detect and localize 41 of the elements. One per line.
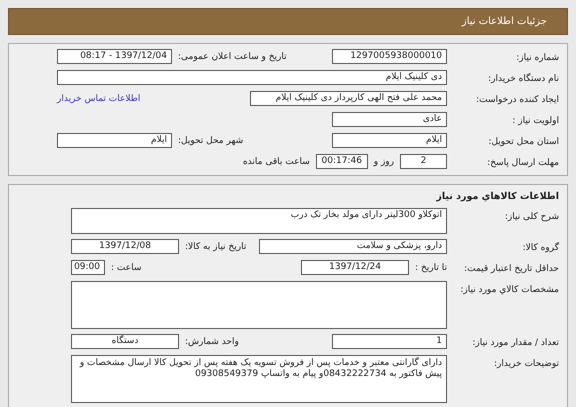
field-label: تعداد / مقدار مورد نیاز: [471,337,559,350]
field-label: حداقل تاریخ اعتبار قیمت: [463,263,559,276]
input-field[interactable]: ایلام [332,133,447,148]
input-field[interactable]: 1397/12/04 - 08:17 [57,49,172,64]
field-label: ایجاد کننده درخواست: [475,94,559,107]
field-label: شهر محل تحویل: [178,136,244,146]
input-field[interactable]: دستگاه [71,334,179,349]
input-field[interactable]: دی کلینیک ایلام [57,70,447,85]
input-field[interactable]: 2 [400,154,447,169]
text-area[interactable]: اتوکلاو 300لیتر دارای مولد بخار تک درب [71,208,447,234]
field-label: تاریخ نیاز به کالا: [185,242,248,252]
input-field[interactable]: 09:00 [71,260,105,275]
field-label: ساعت باقی مانده [242,156,310,166]
input-field[interactable]: عادی [332,112,447,127]
field-label: ساعت : [111,262,142,272]
section-title: اطلاعات كالاهاي مورد نياز [435,190,559,203]
field-label: مشخصات كالاي مورد نياز: [459,284,559,297]
field-label: توضیحات خریدار: [492,358,559,371]
field-label: واحد شمارش: [185,336,240,346]
input-field[interactable]: دارو، پزشکی و سلامت [259,239,447,254]
field-label: روز و [374,156,394,166]
field-label: شرح کلی نیاز: [504,211,559,224]
input-field[interactable]: 1397/12/24 [301,260,410,275]
input-field[interactable]: 1397/12/08 [71,239,179,254]
field-label: گروه کالا: [522,241,559,255]
text-area[interactable] [71,281,447,329]
field-label: تا تاریخ : [415,262,447,272]
contact-link[interactable]: اطلاعات تماس خریدار [57,94,244,104]
field-label: شماره نیاز: [515,52,559,65]
text-area[interactable]: دارای گارانتی معتبر و خدمات پس از فروش تسویه یک هفته پس از تحویل کالا ارسال مشخصات و پیش فاکتور به 08432222734و پیام به واتساپ 09308549379 [71,355,447,403]
input-field[interactable]: محمد علی فتح الهی کارپرداز دی کلینیک ایلام [250,91,447,106]
field-label: استان محل تحویل: [487,136,559,149]
input-field[interactable]: 00:17:46 [316,154,368,169]
input-field[interactable]: 1 [332,334,447,349]
field-label: نام دستگاه خریدار: [487,72,559,86]
input-field[interactable]: ایلام [57,133,172,148]
page-header: جزئیات اطلاعات نیاز [8,8,568,35]
input-field[interactable]: 1297005938000010 [332,49,447,64]
field-label: مهلت ارسال پاسخ: [486,157,559,170]
field-label: اولویت نیاز : [511,115,559,128]
field-label: تاریخ و ساعت اعلان عمومی: [178,52,288,62]
